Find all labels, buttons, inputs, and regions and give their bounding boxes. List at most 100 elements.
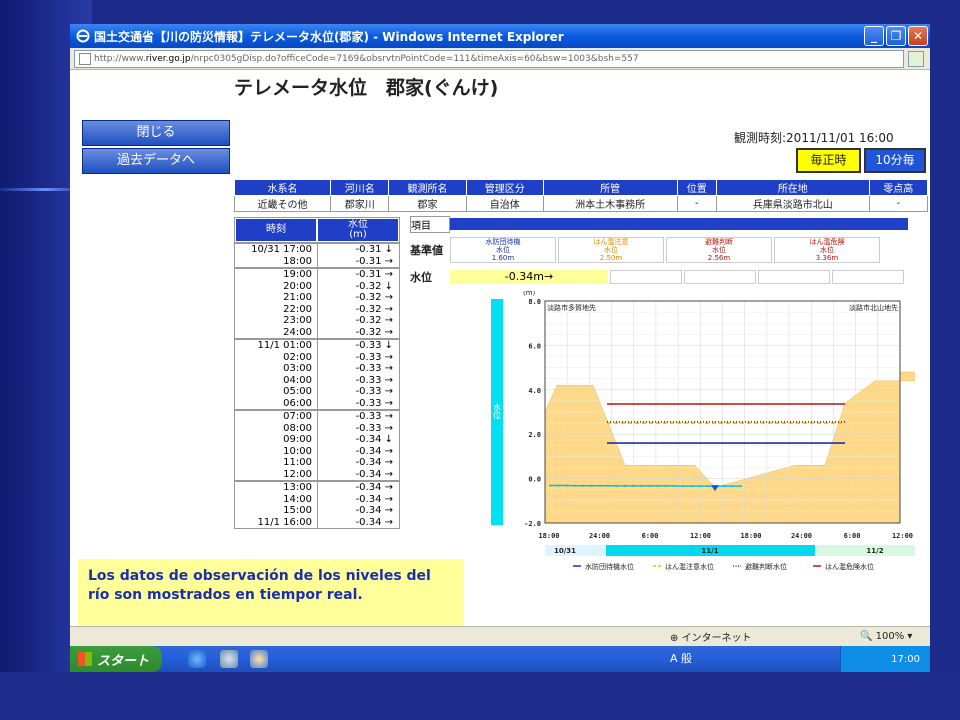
right-bank-label: 淡路市北山地先 <box>849 303 898 312</box>
timetable-row: 21:00 -0.32 → <box>235 292 399 304</box>
row-level: -0.33 → <box>317 422 399 434</box>
row-time: 13:00 <box>283 482 312 493</box>
ie-logo-icon <box>76 29 90 43</box>
series-point <box>565 484 568 487</box>
standard-level-name: はん濫危険 <box>809 238 845 246</box>
standard-level-name: 水位 <box>820 246 834 254</box>
standard-level-name: 水位 <box>604 246 618 254</box>
zoom-level[interactable]: 🔍 100% ▾ <box>860 631 912 642</box>
series-point <box>632 485 634 487</box>
row-level: -0.32 → <box>317 326 399 338</box>
y-tick-label: 0.0 <box>528 476 541 484</box>
row-time: 11/1 01:00 <box>257 340 312 351</box>
river-cross-section <box>544 371 915 524</box>
ten-minute-button[interactable]: 10分毎 <box>864 148 926 173</box>
row-time: 02:00 <box>283 351 312 363</box>
row-level: -0.34 → <box>317 468 399 480</box>
timetable-group: 13:00 -0.34 → 14:00 -0.34 → 15:00 -0.34 → 11/1… <box>235 480 399 528</box>
url-field[interactable]: http://www. river.go.jp/nrpc0305gDisp.do?… <box>74 49 904 68</box>
info-value: 郡家 <box>388 195 467 212</box>
date-label: 11/1 <box>701 547 718 555</box>
timetable-row: 12:00 -0.34 → <box>235 468 399 480</box>
x-tick-label: 6:00 <box>642 532 659 540</box>
row-level: -0.33 → <box>317 386 399 398</box>
timetable-row: 23:00 -0.32 → <box>235 315 399 327</box>
row-level: -0.33 → <box>317 374 399 386</box>
timetable-row: 13:00 -0.34 → <box>235 482 399 494</box>
window-titlebar: 国土交通省【川の防災情報】テレメータ水位(郡家) - Windows Inter… <box>70 24 930 48</box>
timetable-header: 時刻 水位 (m) <box>235 218 399 242</box>
row-time: 10/31 17:00 <box>251 244 312 255</box>
start-label: スタート <box>97 653 150 669</box>
info-value: 自治体 <box>465 195 544 212</box>
taskbar: スタート A 般 17:00 <box>70 646 930 672</box>
info-value: 洲本土木事務所 <box>542 195 678 212</box>
timetable-row: 24:00 -0.32 → <box>235 326 399 338</box>
empty-cell <box>610 270 682 284</box>
past-data-button[interactable]: 過去データへ <box>82 148 230 174</box>
row-level: -0.34 → <box>317 445 399 457</box>
close-button[interactable]: 閉じる <box>82 120 230 146</box>
standard-level-value: 1.60m <box>491 254 515 262</box>
timetable-row: 09:00 -0.34 ↓ <box>235 434 399 446</box>
standard-level-value: 2.56m <box>707 254 731 262</box>
legend-label: はん濫注意水位 <box>665 562 714 571</box>
series-point <box>681 485 684 488</box>
app-quicklaunch-icon[interactable] <box>250 650 268 668</box>
level-header-unit: (m) <box>349 229 367 240</box>
y-tick-label: 8.0 <box>528 298 541 306</box>
date-label: 11/2 <box>866 547 883 555</box>
x-tick-label: 6:00 <box>844 532 861 540</box>
close-window-button[interactable]: ✕ <box>908 26 928 46</box>
minimize-button[interactable]: _ <box>864 26 884 46</box>
maximize-button[interactable]: ❐ <box>886 26 906 46</box>
series-point <box>665 485 668 487</box>
row-level: -0.31 → <box>317 269 399 281</box>
standard-level-cell: 水防団待機 水位 1.60m <box>450 237 556 263</box>
y-unit-label: (m) <box>523 291 536 297</box>
row-level: -0.31 ↓ <box>317 244 399 256</box>
row-time: 07:00 <box>283 411 312 422</box>
standard-level-name: 水位 <box>712 246 726 254</box>
compat-view-icon[interactable] <box>908 50 924 67</box>
info-header: 河川名 <box>330 179 390 196</box>
row-level: -0.34 → <box>317 493 399 505</box>
row-level: -0.32 → <box>317 303 399 315</box>
left-bank-label: 淡路市多賀地先 <box>547 303 596 312</box>
row-time: 23:00 <box>283 315 312 326</box>
info-value: - <box>676 195 718 212</box>
info-value: 兵庫県淡路市北山 <box>716 195 870 212</box>
ie-quicklaunch-icon[interactable] <box>188 650 206 668</box>
media-quicklaunch-icon[interactable] <box>220 650 238 668</box>
timetable-group: 10/31 17:00 -0.31 ↓ 18:00 -0.31 → <box>235 242 399 267</box>
series-point <box>607 484 609 487</box>
row-time: 20:00 <box>283 280 312 292</box>
y-tick-label: -2.0 <box>524 520 541 528</box>
start-button[interactable]: スタート <box>70 646 162 672</box>
x-tick-label: 24:00 <box>589 532 610 540</box>
hourly-button[interactable]: 毎正時 <box>796 148 861 173</box>
row-level: -0.34 → <box>317 516 399 528</box>
row-level: -0.34 → <box>317 457 399 469</box>
observation-time: 観測時刻:2011/11/01 16:00 <box>734 131 894 145</box>
row-level: -0.34 ↓ <box>317 434 399 446</box>
x-tick-label: 12:00 <box>892 532 913 540</box>
series-point <box>590 484 593 487</box>
timetable-row: 11:00 -0.34 → <box>235 457 399 469</box>
series-point <box>723 485 726 488</box>
info-value: 近畿その他 <box>233 195 332 212</box>
row-time: 15:00 <box>283 505 312 516</box>
timetable-row: 10/31 17:00 -0.31 ↓ <box>235 244 399 256</box>
info-header: 水系名 <box>233 179 332 196</box>
timetable-row: 11/1 16:00 -0.34 → <box>235 516 399 528</box>
timetable-row: 22:00 -0.32 → <box>235 303 399 315</box>
series-point <box>557 484 560 487</box>
timetable-group: 19:00 -0.31 → 20:00 -0.32 ↓ 21:00 -0.32 → 22:0… <box>235 267 399 338</box>
system-tray: 17:00 <box>840 646 930 672</box>
ime-toolbar[interactable]: A 般 <box>670 650 692 666</box>
url-domain: river.go.jp <box>145 53 191 64</box>
windows-logo-icon <box>78 652 92 666</box>
standard-label: 基準値 <box>410 244 443 257</box>
internet-zone: ⊕ インターネット <box>670 633 752 644</box>
row-time: 05:00 <box>283 386 312 397</box>
